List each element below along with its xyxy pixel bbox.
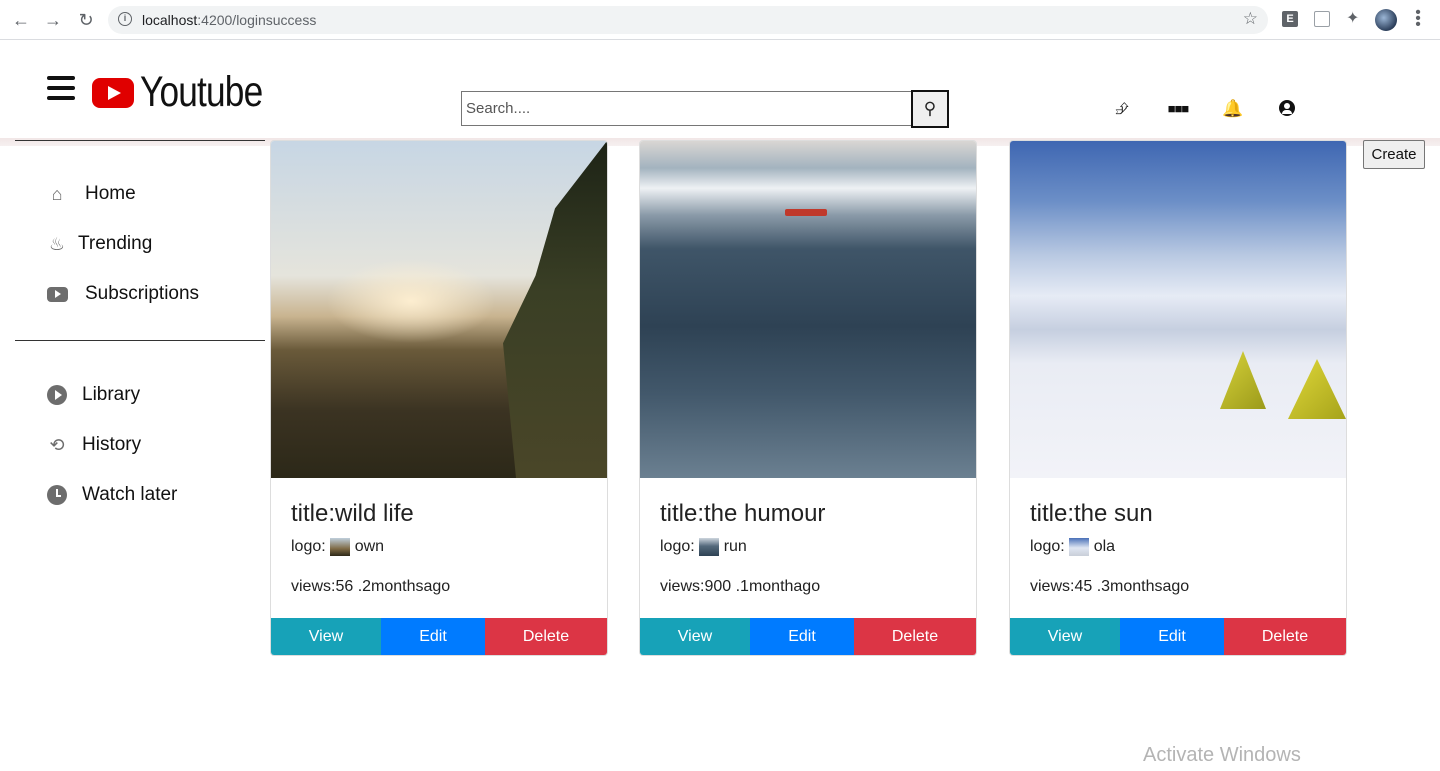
logo-label: logo: xyxy=(291,538,326,555)
url-host: localhost xyxy=(142,12,198,28)
delete-button[interactable]: Delete xyxy=(485,618,607,655)
url-path: :4200/loginsuccess xyxy=(197,12,317,28)
logo-label: logo: xyxy=(1030,538,1065,555)
logo-thumbnail xyxy=(1068,538,1089,556)
account-icon[interactable] xyxy=(1276,98,1298,120)
sidebar-item-label: Watch later xyxy=(82,484,178,505)
video-card: title:the humour logo: run views:900 .1m… xyxy=(639,140,977,656)
view-button[interactable]: View xyxy=(271,618,381,655)
apps-grid-icon[interactable]: ■■■ xyxy=(1167,98,1190,120)
card-actions: View Edit Delete xyxy=(640,618,976,655)
sidebar-item-label: Library xyxy=(82,384,141,405)
video-thumbnail[interactable] xyxy=(640,141,976,478)
owner-name: own xyxy=(354,538,385,555)
sidebar-item-home[interactable]: ⌂ Home xyxy=(47,182,136,206)
address-bar[interactable]: i localhost:4200/loginsuccess ☆ xyxy=(108,6,1268,34)
clock-icon xyxy=(47,485,67,505)
edit-button[interactable]: Edit xyxy=(750,618,854,655)
sidebar-item-label: Trending xyxy=(78,233,153,254)
video-logo-line: logo: own xyxy=(291,538,384,556)
video-thumbnail[interactable] xyxy=(1010,141,1346,478)
history-icon: ⟲ xyxy=(49,434,65,455)
view-button[interactable]: View xyxy=(1010,618,1120,655)
video-views: views:45 .3monthsago xyxy=(1030,578,1190,595)
browser-toolbar: ← → ↻ i localhost:4200/loginsuccess ☆ E … xyxy=(0,0,1440,40)
bell-icon[interactable]: 🔔 xyxy=(1222,98,1244,120)
activate-windows-watermark: Activate Windows xyxy=(1143,744,1301,766)
youtube-logo-icon[interactable] xyxy=(92,78,134,108)
sidebar-middle-divider xyxy=(15,340,265,341)
card-actions: View Edit Delete xyxy=(1010,618,1346,655)
create-button[interactable]: Create xyxy=(1363,140,1425,169)
bookmark-star-icon[interactable]: ☆ xyxy=(1243,9,1258,29)
video-thumbnail[interactable] xyxy=(271,141,607,478)
sidebar-item-history[interactable]: ⟲ History xyxy=(47,433,141,457)
reload-icon[interactable]: ↻ xyxy=(76,10,96,31)
delete-button[interactable]: Delete xyxy=(1224,618,1346,655)
edit-button[interactable]: Edit xyxy=(1120,618,1224,655)
video-logo-line: logo: run xyxy=(660,538,747,556)
card-actions: View Edit Delete xyxy=(271,618,607,655)
url-text: localhost:4200/loginsuccess xyxy=(142,12,316,28)
video-card: title:wild life logo: own views:56 .2mon… xyxy=(270,140,608,656)
flame-icon: ♨ xyxy=(48,233,66,254)
video-title: title:the sun xyxy=(1030,500,1153,527)
sidebar-item-label: History xyxy=(82,434,142,455)
subscriptions-icon xyxy=(47,286,68,302)
view-button[interactable]: View xyxy=(640,618,750,655)
extension-document-icon[interactable] xyxy=(1314,11,1330,27)
search-button[interactable]: ⚲ xyxy=(911,90,949,128)
hamburger-menu-icon[interactable] xyxy=(47,76,75,100)
site-info-icon[interactable]: i xyxy=(118,12,132,26)
logo-label: logo: xyxy=(660,538,695,555)
owner-name: run xyxy=(723,538,747,555)
video-views: views:900 .1monthago xyxy=(660,578,821,595)
sidebar-top-divider xyxy=(15,140,265,141)
video-views: views:56 .2monthsago xyxy=(291,578,451,595)
home-icon: ⌂ xyxy=(51,183,63,204)
video-card: title:the sun logo: ola views:45 .3month… xyxy=(1009,140,1347,656)
forward-icon[interactable]: → xyxy=(43,10,63,31)
upload-icon[interactable]: ⮵ xyxy=(1111,98,1133,120)
browser-menu-icon[interactable]: • • • xyxy=(1413,5,1423,33)
extension-e-icon[interactable]: E xyxy=(1282,11,1298,27)
profile-avatar[interactable] xyxy=(1375,9,1397,31)
sidebar-item-library[interactable]: Library xyxy=(47,383,140,407)
search-icon: ⚲ xyxy=(923,99,937,118)
extensions-puzzle-icon[interactable]: ✦ xyxy=(1346,11,1362,27)
sidebar-item-subscriptions[interactable]: Subscriptions xyxy=(47,282,199,306)
logo-thumbnail xyxy=(329,538,350,556)
back-icon[interactable]: ← xyxy=(11,10,31,31)
owner-name: ola xyxy=(1093,538,1116,555)
logo-thumbnail xyxy=(698,538,719,556)
video-title: title:the humour xyxy=(660,500,826,527)
video-logo-line: logo: ola xyxy=(1030,538,1115,556)
edit-button[interactable]: Edit xyxy=(381,618,485,655)
sidebar-item-label: Home xyxy=(85,183,136,204)
sidebar-item-label: Subscriptions xyxy=(85,283,200,304)
delete-button[interactable]: Delete xyxy=(854,618,976,655)
search-input[interactable] xyxy=(461,91,912,126)
play-circle-icon xyxy=(47,385,67,405)
video-title: title:wild life xyxy=(291,500,414,527)
sidebar-item-watch-later[interactable]: Watch later xyxy=(47,483,177,507)
brand-title[interactable]: Youtube xyxy=(140,68,263,117)
sidebar-item-trending[interactable]: ♨ Trending xyxy=(47,232,152,256)
